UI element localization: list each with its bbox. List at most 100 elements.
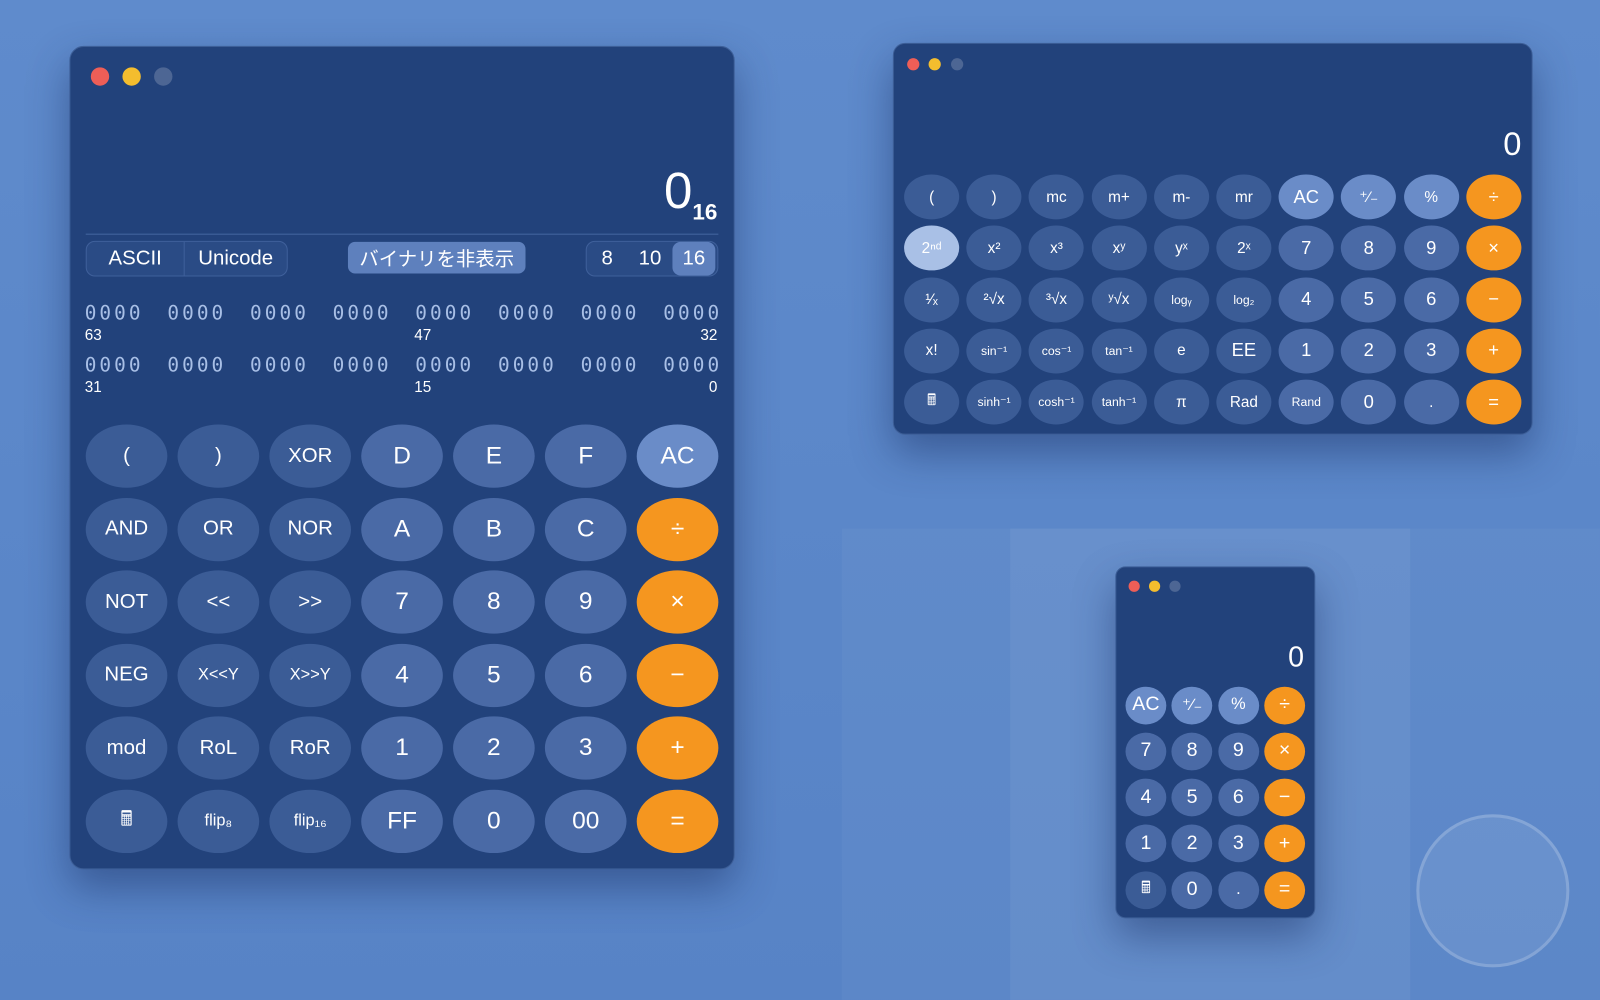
neg-button[interactable]: NEG	[85, 643, 168, 707]
0-button[interactable]: 0	[1341, 379, 1397, 425]
key-button[interactable]: ¹∕ₓ	[904, 277, 960, 323]
pi-button[interactable]: π	[1153, 379, 1209, 425]
tab-ascii[interactable]: ASCII	[87, 241, 185, 276]
binary-nibble[interactable]: 0000	[250, 354, 309, 376]
2-button[interactable]: 2ˣ	[1216, 225, 1272, 271]
binary-nibble[interactable]: 0000	[85, 302, 144, 324]
y-button[interactable]: yˣ	[1153, 225, 1209, 271]
00-button[interactable]: 00	[544, 789, 627, 854]
ff-button[interactable]: FF	[361, 789, 443, 854]
binary-nibble[interactable]: 0000	[498, 302, 557, 324]
tan-button[interactable]: tan⁻¹	[1091, 328, 1147, 374]
x-button[interactable]: ²√x	[966, 277, 1022, 323]
binary-nibble[interactable]: 0000	[85, 354, 144, 376]
calculator-icon[interactable]: 🖩	[904, 379, 960, 425]
equals-button[interactable]: =	[1466, 379, 1522, 425]
x-button[interactable]: ³√x	[1028, 277, 1085, 323]
binary-nibble[interactable]: 0000	[581, 302, 640, 324]
calculator-icon[interactable]: 🖩	[85, 789, 168, 854]
ac-button[interactable]: AC	[1125, 686, 1167, 724]
log-button[interactable]: logᵧ	[1153, 277, 1209, 323]
cosh-button[interactable]: cosh⁻¹	[1028, 379, 1085, 425]
2-button[interactable]: 2	[453, 716, 535, 780]
plus-button[interactable]: +	[636, 716, 719, 780]
divide-button[interactable]: ÷	[636, 497, 719, 561]
decimal-button[interactable]: .	[1403, 379, 1459, 425]
binary-nibble[interactable]: 0000	[415, 354, 474, 376]
binary-nibble[interactable]: 0000	[167, 354, 226, 376]
close-paren-button[interactable]: )	[177, 424, 260, 488]
base-8[interactable]: 8	[587, 242, 628, 276]
not-button[interactable]: NOT	[85, 570, 168, 634]
binary-nibble[interactable]: 0000	[581, 354, 640, 376]
1-button[interactable]: 1	[1125, 824, 1167, 863]
3-button[interactable]: 3	[1217, 824, 1259, 863]
5-button[interactable]: 5	[1341, 277, 1397, 323]
minimize-button[interactable]	[1148, 580, 1161, 592]
close-button[interactable]	[1128, 580, 1140, 592]
binary-nibble[interactable]: 0000	[333, 302, 392, 324]
log-button[interactable]: log₂	[1216, 277, 1272, 323]
equals-button[interactable]: =	[1264, 871, 1305, 909]
8-button[interactable]: 8	[453, 570, 535, 634]
x-button[interactable]: xʸ	[1091, 225, 1147, 271]
c-button[interactable]: C	[544, 497, 627, 561]
flip-button[interactable]: flip₁₆	[269, 789, 352, 854]
calculator-icon[interactable]: 🖩	[1125, 871, 1167, 909]
rol-button[interactable]: RoL	[177, 716, 260, 780]
a-button[interactable]: A	[361, 497, 443, 561]
mr-button[interactable]: mr	[1216, 174, 1272, 220]
plus-button[interactable]: +	[1264, 824, 1305, 863]
zoom-button[interactable]	[154, 67, 173, 86]
1-button[interactable]: 1	[1278, 328, 1334, 374]
6-button[interactable]: 6	[1217, 778, 1259, 817]
cos-button[interactable]: cos⁻¹	[1028, 328, 1085, 374]
mod-button[interactable]: mod	[85, 716, 168, 780]
e-button[interactable]: E	[453, 424, 535, 488]
d-button[interactable]: D	[361, 424, 443, 488]
5-button[interactable]: 5	[453, 643, 535, 707]
2-button[interactable]: 2	[1341, 328, 1397, 374]
rand-button[interactable]: Rand	[1278, 379, 1334, 425]
0-button[interactable]: 0	[453, 789, 535, 854]
8-button[interactable]: 8	[1171, 732, 1213, 771]
x-button[interactable]: x³	[1028, 225, 1085, 271]
minimize-button[interactable]	[122, 67, 141, 86]
equals-button[interactable]: =	[636, 789, 719, 854]
6-button[interactable]: 6	[544, 643, 627, 707]
or-button[interactable]: OR	[177, 497, 260, 561]
zoom-button[interactable]	[951, 58, 964, 71]
flip-button[interactable]: flip₈	[177, 789, 260, 854]
m-button[interactable]: m+	[1091, 174, 1147, 220]
9-button[interactable]: 9	[544, 570, 627, 634]
rad-button[interactable]: Rad	[1216, 379, 1272, 425]
ror-button[interactable]: RoR	[269, 716, 352, 780]
binary-nibble[interactable]: 0000	[498, 354, 557, 376]
binary-nibble[interactable]: 0000	[333, 354, 392, 376]
close-paren-button[interactable]: )	[966, 174, 1022, 220]
x-button[interactable]: ʸ√x	[1091, 277, 1147, 323]
binary-nibble[interactable]: 0000	[415, 302, 474, 324]
7-button[interactable]: 7	[1278, 225, 1334, 271]
open-paren-button[interactable]: (	[85, 424, 168, 488]
divide-button[interactable]: ÷	[1466, 174, 1522, 220]
tanh-button[interactable]: tanh⁻¹	[1091, 379, 1147, 425]
base-10[interactable]: 10	[628, 242, 673, 276]
multiply-button[interactable]: ×	[1264, 732, 1305, 771]
minus-button[interactable]: −	[1466, 277, 1522, 323]
binary-nibble[interactable]: 0000	[167, 302, 226, 324]
f-button[interactable]: F	[544, 424, 627, 488]
decimal-button[interactable]: .	[1217, 871, 1259, 909]
plus-minus-button[interactable]: ⁺∕₋	[1171, 686, 1213, 724]
ac-button[interactable]: AC	[1278, 174, 1334, 220]
percent-button[interactable]: %	[1403, 174, 1459, 220]
tab-unicode[interactable]: Unicode	[185, 242, 287, 276]
m-button[interactable]: m-	[1153, 174, 1209, 220]
binary-nibble[interactable]: 0000	[250, 302, 309, 324]
plus-minus-button[interactable]: ⁺∕₋	[1341, 174, 1397, 220]
xor-button[interactable]: XOR	[269, 424, 352, 488]
7-button[interactable]: 7	[1125, 732, 1167, 771]
percent-button[interactable]: %	[1217, 686, 1259, 724]
open-paren-button[interactable]: (	[904, 174, 960, 220]
binary-nibble[interactable]: 0000	[663, 354, 722, 376]
